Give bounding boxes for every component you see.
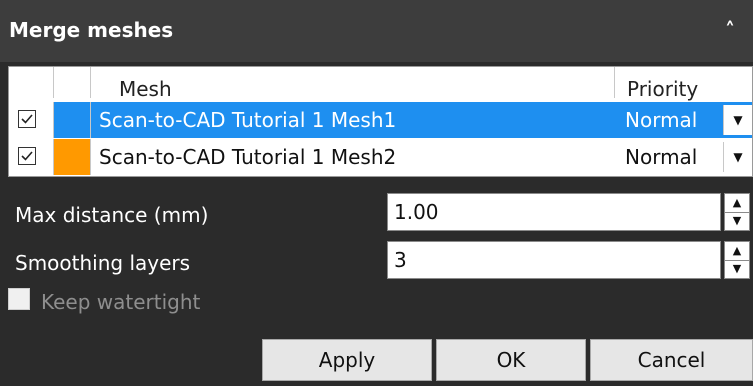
mesh-checkbox[interactable]	[18, 110, 36, 128]
table-row[interactable]: Scan-to-CAD Tutorial 1 Mesh2 Normal ▼	[9, 139, 752, 175]
keep-watertight-checkbox[interactable]	[8, 288, 30, 310]
spin-down-icon[interactable]: ▼	[725, 260, 749, 278]
priority-dropdown-icon[interactable]: ▼	[723, 142, 752, 172]
column-header-priority-label: Priority	[627, 77, 699, 101]
column-header-mesh-label: Mesh	[119, 77, 172, 101]
max-distance-value: 1.00	[394, 200, 439, 224]
keep-watertight-label: Keep watertight	[41, 290, 201, 314]
row-check-cell	[9, 102, 54, 138]
column-header-mesh[interactable]: Mesh	[91, 67, 615, 101]
panel-title: Merge meshes	[9, 18, 174, 42]
max-distance-label: Max distance (mm)	[15, 203, 209, 227]
chevron-up-icon[interactable]: ˄	[718, 18, 742, 42]
mesh-table: Mesh Priority Scan-to-CAD Tutorial 1 Mes…	[8, 66, 753, 177]
merge-meshes-panel: Merge meshes ˄ Mesh Priority Scan-to-CAD…	[0, 0, 753, 386]
panel-header[interactable]: Merge meshes ˄	[0, 0, 753, 62]
priority-value[interactable]: Normal	[625, 108, 697, 132]
spin-down-icon[interactable]: ▼	[725, 212, 749, 230]
smoothing-layers-spinner[interactable]: ▲ ▼	[724, 241, 750, 279]
ok-button[interactable]: OK	[436, 339, 586, 381]
apply-button[interactable]: Apply	[262, 339, 432, 381]
mesh-name: Scan-to-CAD Tutorial 1 Mesh1	[99, 108, 397, 132]
priority-dropdown-icon[interactable]: ▼	[723, 105, 752, 135]
table-header: Mesh Priority	[9, 67, 752, 101]
spin-up-icon[interactable]: ▲	[725, 242, 749, 261]
row-check-cell	[9, 139, 54, 175]
checkmark-icon	[21, 151, 33, 161]
spin-up-icon[interactable]: ▲	[725, 194, 749, 213]
mesh-name: Scan-to-CAD Tutorial 1 Mesh2	[99, 145, 397, 169]
max-distance-spinner[interactable]: ▲ ▼	[724, 193, 750, 231]
smoothing-layers-label: Smoothing layers	[15, 251, 191, 275]
priority-value[interactable]: Normal	[625, 145, 697, 169]
smoothing-layers-value: 3	[394, 248, 407, 272]
table-row[interactable]: Scan-to-CAD Tutorial 1 Mesh1 Normal ▼	[9, 102, 752, 138]
column-header-color[interactable]	[54, 67, 91, 98]
column-header-priority[interactable]: Priority	[615, 67, 752, 101]
cancel-button[interactable]: Cancel	[590, 339, 753, 381]
mesh-checkbox[interactable]	[18, 147, 36, 165]
smoothing-layers-input[interactable]: 3	[387, 241, 721, 279]
column-header-check[interactable]	[9, 67, 54, 98]
mesh-color-swatch[interactable]	[54, 102, 91, 138]
max-distance-input[interactable]: 1.00	[387, 193, 721, 231]
checkmark-icon	[21, 114, 33, 124]
mesh-color-swatch[interactable]	[54, 139, 91, 175]
